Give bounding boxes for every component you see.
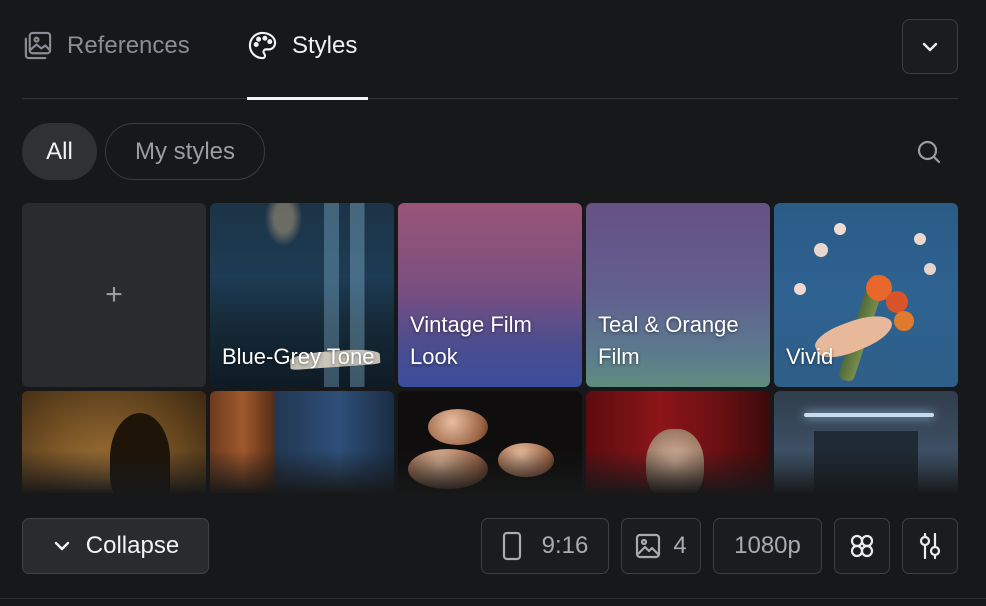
dropdown-button[interactable] (902, 19, 958, 74)
resolution-button[interactable]: 1080p (713, 518, 822, 574)
image-count-button[interactable]: 4 (621, 518, 701, 574)
collapse-button[interactable]: Collapse (22, 518, 209, 574)
node-flower-icon (850, 534, 874, 558)
style-card-title: Vivid (786, 344, 834, 369)
style-card-vintage-film-look[interactable]: Vintage Film Look (398, 203, 582, 387)
thumbnail-decoration (794, 283, 806, 295)
thumbnail-decoration (894, 311, 914, 331)
style-card-title: Blue-Grey Tone (222, 344, 375, 369)
style-card-title: Teal & Orange Film (598, 312, 739, 369)
thumbnail-decoration (834, 223, 846, 235)
aspect-ratio-value: 9:16 (541, 532, 589, 559)
thumbnail-decoration (428, 409, 488, 445)
thumbnail-decoration (498, 443, 554, 477)
thumbnail-decoration (110, 413, 170, 493)
style-card-thumbnail[interactable] (398, 391, 582, 493)
tab-styles-label: Styles (292, 32, 358, 59)
style-card-thumbnail[interactable] (22, 391, 206, 493)
style-card-vivid[interactable]: Vivid (774, 203, 958, 387)
thumbnail-decoration (814, 243, 828, 257)
thumbnail-decoration (408, 449, 488, 489)
palette-icon (248, 31, 277, 60)
style-card-title: Vintage Film Look (410, 312, 532, 369)
tab-references-label: References (67, 32, 190, 59)
search-icon (917, 140, 941, 164)
thumbnail-decoration (814, 431, 918, 493)
thumbnail-decoration (924, 263, 936, 275)
plus-icon: + (105, 278, 123, 311)
style-card-thumbnail[interactable] (210, 391, 394, 493)
resolution-value: 1080p (734, 532, 801, 559)
image-gallery-icon (24, 31, 52, 60)
style-card-thumbnail[interactable] (774, 391, 958, 493)
collapse-label: Collapse (85, 532, 180, 559)
thumbnail-decoration (886, 291, 908, 313)
adjust-settings-button[interactable] (902, 518, 958, 574)
tab-references[interactable]: References (22, 30, 190, 99)
filter-my-styles[interactable]: My styles (105, 123, 265, 180)
thumbnail-decoration (914, 233, 926, 245)
image-icon (636, 533, 661, 559)
style-card-blue-grey-tone[interactable]: Blue-Grey Tone (210, 203, 394, 387)
image-count-value: 4 (673, 532, 687, 559)
style-card-thumbnail[interactable] (586, 391, 770, 493)
search-button[interactable] (912, 135, 946, 169)
phone-portrait-icon (502, 531, 521, 561)
sliders-icon (919, 532, 941, 560)
tab-styles[interactable]: Styles (247, 30, 368, 100)
chevron-down-icon (922, 42, 938, 51)
filter-all[interactable]: All (22, 123, 97, 180)
style-card-teal-orange-film[interactable]: Teal & Orange Film (586, 203, 770, 387)
style-grid: + Blue-Grey Tone Vintage Film Look Teal … (22, 203, 958, 493)
chevron-down-icon (54, 541, 69, 551)
add-style-button[interactable]: + (22, 203, 206, 387)
tab-bar: References Styles (22, 0, 958, 100)
thumbnail-decoration (646, 429, 704, 493)
thumbnail-decoration (804, 413, 934, 417)
bottom-divider (0, 598, 986, 599)
aspect-ratio-button[interactable]: 9:16 (481, 518, 609, 574)
model-button[interactable] (834, 518, 890, 574)
